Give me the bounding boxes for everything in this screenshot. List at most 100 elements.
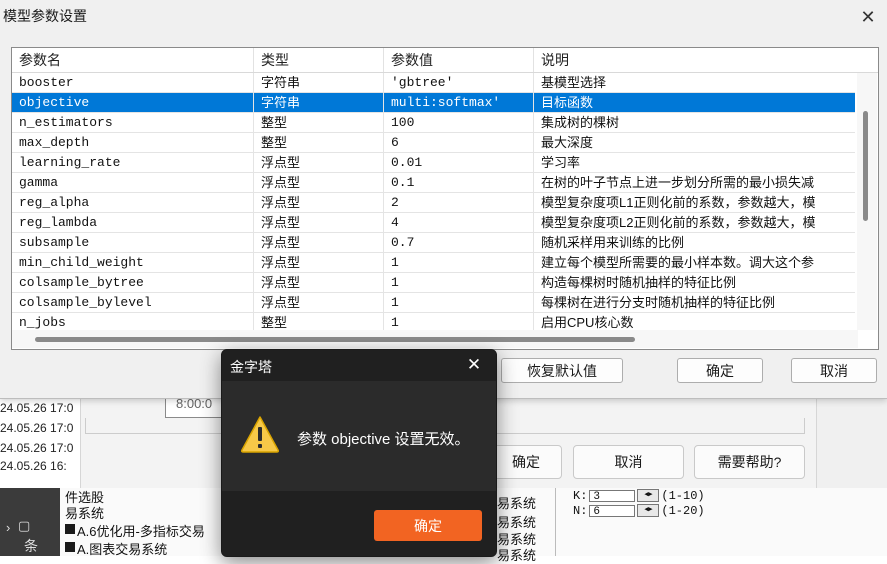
column-header-desc[interactable]: 说明 — [534, 48, 878, 72]
param-type-cell: 浮点型 — [254, 273, 384, 292]
param-desc-cell: 在树的叶子节点上进一步划分所需的最小损失减 — [541, 175, 815, 190]
column-header-name[interactable]: 参数名 — [12, 48, 254, 72]
table-body: booster 字符串'gbtree' 基模型选择 objective 字符串 multi… — [12, 73, 855, 333]
table-row[interactable]: reg_lambda 浮点型 4 模型复杂度项L2正则化前的系数，参数越大，模 — [12, 213, 855, 233]
param-type-cell: 字符串 — [254, 93, 384, 112]
log-timestamp: 24.05.26 17:0 — [0, 441, 74, 455]
ok-button[interactable]: 确定 — [677, 358, 763, 383]
param-name-cell: reg_lambda — [12, 213, 254, 232]
table-row[interactable]: learning_rate 浮点型 0.01 学习率 — [12, 153, 855, 173]
n-input[interactable]: 6 — [589, 504, 636, 518]
param-value-cell[interactable]: 1 — [384, 253, 534, 272]
param-type-cell: 浮点型 — [254, 253, 384, 272]
k-spinner[interactable]: ◀▶ — [637, 489, 660, 502]
chevron-right-icon[interactable]: › — [6, 520, 10, 535]
table-row[interactable]: max_depth 整型 6 最大深度 — [12, 133, 855, 153]
model-params-dialog: 模型参数设置 ✕ 参数名 类型 参数值 说明 booster 字符串'gbtree… — [0, 0, 887, 399]
strategy-icon — [65, 524, 75, 534]
bg-cancel-button[interactable]: 取消 — [573, 445, 684, 479]
n-spinner[interactable]: ◀▶ — [637, 504, 660, 517]
param-type-cell: 浮点型 — [254, 173, 384, 192]
param-name-cell: objective — [12, 93, 254, 112]
param-value-cell[interactable]: 1 — [384, 273, 534, 292]
k-label: K: — [573, 488, 588, 503]
param-value-cell[interactable]: 1 — [384, 293, 534, 312]
table-row[interactable]: colsample_bylevel 浮点型 1 每棵树在进行分支时随机抽样的特征比例 — [12, 293, 855, 313]
param-name-cell: max_depth — [12, 133, 254, 152]
param-desc-cell: 随机采样用来训练的比例 — [541, 235, 685, 250]
param-desc-cell: 模型复杂度项L2正则化前的系数，参数越大，模 — [541, 215, 816, 230]
cancel-button[interactable]: 取消 — [791, 358, 877, 383]
param-value-cell[interactable]: 0.01 — [384, 153, 534, 172]
k-range: (1-10) — [661, 488, 705, 503]
scroll-thumb[interactable] — [35, 337, 635, 342]
horizontal-scrollbar[interactable] — [12, 330, 858, 348]
param-name-cell: booster — [12, 73, 254, 92]
folder-icon: ▢ — [18, 518, 31, 533]
param-value-cell[interactable]: multi:softmax' — [384, 93, 534, 112]
param-type-cell: 浮点型 — [254, 213, 384, 232]
param-value-cell[interactable]: 2 — [384, 193, 534, 212]
param-type-cell: 浮点型 — [254, 193, 384, 212]
folder-tree: › ▢ 条 — [0, 488, 60, 556]
table-row[interactable]: gamma 浮点型 0.1 在树的叶子节点上进一步划分所需的最小损失减 — [12, 173, 855, 193]
strategy-item[interactable]: A.6优化用-多指标交易 — [77, 521, 205, 540]
alert-ok-button[interactable]: 确定 — [374, 510, 482, 541]
param-desc-cell: 最大深度 — [541, 135, 594, 150]
param-value-cell[interactable]: 6 — [384, 133, 534, 152]
column-header-value[interactable]: 参数值 — [384, 48, 534, 72]
param-type-cell: 字符串 — [254, 73, 384, 92]
restore-defaults-button[interactable]: 恢复默认值 — [501, 358, 623, 383]
param-desc-cell: 构造每棵树时随机抽样的特征比例 — [541, 275, 737, 290]
column-header-type[interactable]: 类型 — [254, 48, 384, 72]
table-row[interactable]: colsample_bytree 浮点型 1 构造每棵树时随机抽样的特征比例 — [12, 273, 855, 293]
param-desc-cell: 集成树的棵树 — [541, 115, 620, 130]
param-name-cell: gamma — [12, 173, 254, 192]
divider — [555, 488, 556, 556]
strategy-item[interactable]: 易系统 — [497, 493, 536, 512]
param-name-cell: n_estimators — [12, 113, 254, 132]
log-timestamp: 24.05.26 16: — [0, 459, 67, 473]
param-table: 参数名 类型 参数值 说明 booster 字符串'gbtree' 基模型选择 obj… — [11, 47, 879, 350]
strategy-item[interactable]: A.图表交易系统 — [77, 539, 167, 558]
table-row[interactable]: objective 字符串 multi:softmax' 目标函数 — [12, 93, 855, 113]
param-name-cell: subsample — [12, 233, 254, 252]
param-desc-cell: 模型复杂度项L1正则化前的系数，参数越大，模 — [541, 195, 816, 210]
n-range: (1-20) — [661, 503, 705, 518]
alert-message: 参数 objective 设置无效。 — [297, 431, 470, 448]
param-desc-cell: 建立每个模型所需要的最小样本数。调大这个参 — [541, 255, 815, 270]
param-value-cell[interactable]: 'gbtree' — [384, 73, 534, 92]
table-row[interactable]: subsample 浮点型 0.7 随机采样用来训练的比例 — [12, 233, 855, 253]
close-icon[interactable]: ✕ — [460, 352, 488, 378]
param-name-cell: colsample_bytree — [12, 273, 254, 292]
param-name-cell: colsample_bylevel — [12, 293, 254, 312]
table-row[interactable]: min_child_weight 浮点型 1 建立每个模型所需要的最小样本数。调大这个… — [12, 253, 855, 273]
table-header: 参数名 类型 参数值 说明 — [12, 48, 878, 73]
param-value-cell[interactable]: 0.7 — [384, 233, 534, 252]
param-type-cell: 浮点型 — [254, 233, 384, 252]
param-type-cell: 浮点型 — [254, 153, 384, 172]
param-desc-cell: 每棵树在进行分支时随机抽样的特征比例 — [541, 295, 776, 310]
alert-title: 金字塔 — [230, 359, 272, 375]
scroll-thumb[interactable] — [863, 111, 868, 221]
param-name-cell: learning_rate — [12, 153, 254, 172]
bg-help-button[interactable]: 需要帮助? — [694, 445, 805, 479]
strategy-item[interactable]: 易系统 — [65, 503, 104, 522]
param-type-cell: 整型 — [254, 133, 384, 152]
close-icon[interactable]: ✕ — [855, 4, 881, 30]
table-row[interactable]: reg_alpha 浮点型 2 模型复杂度项L1正则化前的系数，参数越大，模 — [12, 193, 855, 213]
kn-params: K: 3 ◀▶ (1-10) N: 6 ◀▶ (1-20) — [573, 488, 705, 518]
param-value-cell[interactable]: 0.1 — [384, 173, 534, 192]
warning-icon — [240, 416, 280, 453]
folder-label: 条 — [24, 538, 38, 554]
param-desc-cell: 目标函数 — [541, 95, 594, 110]
n-label: N: — [573, 503, 588, 518]
param-value-cell[interactable]: 4 — [384, 213, 534, 232]
k-input[interactable]: 3 — [589, 489, 636, 503]
table-row[interactable]: n_estimators 整型 100 集成树的棵树 — [12, 113, 855, 133]
vertical-scrollbar[interactable] — [857, 73, 877, 330]
strategy-item[interactable]: 易系统 — [497, 545, 536, 564]
param-value-cell[interactable]: 100 — [384, 113, 534, 132]
param-type-cell: 整型 — [254, 113, 384, 132]
table-row[interactable]: booster 字符串'gbtree' 基模型选择 — [12, 73, 855, 93]
